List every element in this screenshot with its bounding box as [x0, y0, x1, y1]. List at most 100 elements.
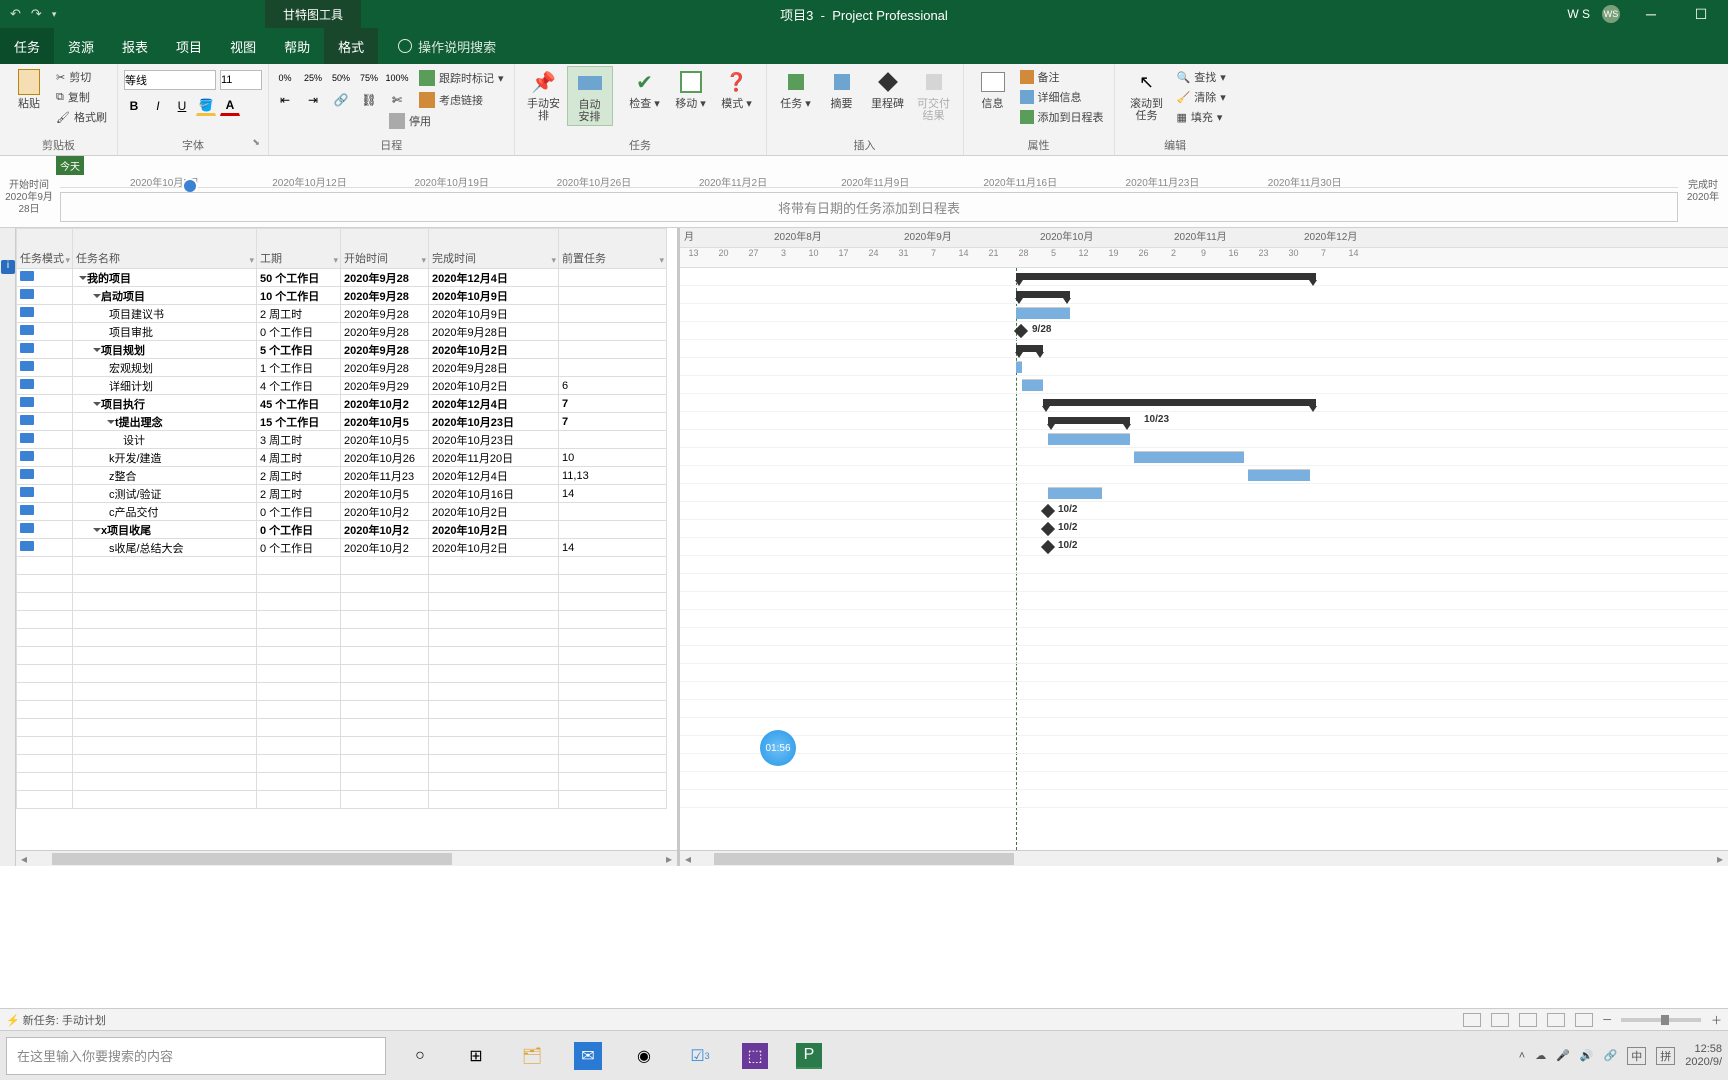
notes-button[interactable]: 备注 [1016, 68, 1108, 86]
inspect-button[interactable]: ✔检查 ▾ [622, 66, 668, 112]
task-bar[interactable] [1022, 379, 1043, 391]
table-row[interactable]: 项目规划5 个工作日2020年9月282020年10月2日 [17, 341, 667, 359]
split-button[interactable]: ✄ [387, 90, 407, 110]
tab-resource[interactable]: 资源 [54, 28, 108, 64]
pct25-button[interactable]: 25% [303, 68, 323, 88]
table-row[interactable] [17, 557, 667, 575]
tab-help[interactable]: 帮助 [270, 28, 324, 64]
milestone-diamond[interactable] [1041, 540, 1055, 554]
view-net-button[interactable] [1519, 1013, 1537, 1027]
table-row[interactable] [17, 575, 667, 593]
col-mode[interactable]: 任务模式▾ [17, 229, 73, 269]
tray-cloud-icon[interactable]: ☁ [1535, 1049, 1546, 1062]
table-row[interactable]: c产品交付0 个工作日2020年10月22020年10月2日 [17, 503, 667, 521]
details-button[interactable]: 详细信息 [1016, 88, 1108, 106]
copy-button[interactable]: ⧉复制 [52, 88, 111, 106]
mail-icon[interactable]: ✉ [574, 1042, 602, 1070]
table-row[interactable]: z整合2 周工时2020年11月232020年12月4日11,13 [17, 467, 667, 485]
zoom-minus[interactable]: ─ [1603, 1014, 1611, 1026]
table-row[interactable]: 项目审批0 个工作日2020年9月282020年9月28日 [17, 323, 667, 341]
user-label[interactable]: W S [1567, 7, 1590, 21]
expand-icon[interactable] [93, 348, 101, 352]
table-row[interactable] [17, 611, 667, 629]
expand-icon[interactable] [93, 528, 101, 532]
gantt-chart[interactable]: 月2020年8月2020年9月2020年10月2020年11月2020年12月 … [680, 228, 1728, 866]
table-row[interactable]: 我的项目50 个工作日2020年9月282020年12月4日 [17, 269, 667, 287]
table-row[interactable]: 项目建议书2 周工时2020年9月282020年10月9日 [17, 305, 667, 323]
col-duration[interactable]: 工期▾ [257, 229, 341, 269]
table-row[interactable]: t提出理念15 个工作日2020年10月52020年10月23日7 [17, 413, 667, 431]
task-bar[interactable] [1048, 487, 1102, 499]
painter-button[interactable]: 🖌格式刷 [52, 108, 111, 126]
task-bar[interactable] [1134, 451, 1244, 463]
addtimeline-button[interactable]: 添加到日程表 [1016, 108, 1108, 126]
expand-icon[interactable] [93, 402, 101, 406]
outdent-button[interactable]: ⇤ [275, 90, 295, 110]
fillcolor-button[interactable]: 🪣 [196, 96, 216, 116]
qat-dropdown-icon[interactable]: ▾ [52, 9, 57, 20]
todo-icon[interactable]: ☑3 [686, 1042, 714, 1070]
grid-hscroll[interactable]: ◂▸ [16, 850, 677, 866]
col-pred[interactable]: 前置任务▾ [559, 229, 667, 269]
track-button[interactable]: 跟踪时标记 ▾ [415, 69, 508, 87]
table-row[interactable] [17, 737, 667, 755]
table-row[interactable]: k开发/建造4 周工时2020年10月262020年11月20日10 [17, 449, 667, 467]
user-avatar[interactable]: WS [1602, 5, 1620, 23]
view-res-button[interactable] [1547, 1013, 1565, 1027]
cut-button[interactable]: ✂剪切 [52, 68, 111, 86]
summary-bar[interactable] [1016, 273, 1316, 280]
table-row[interactable]: 宏观规划1 个工作日2020年9月282020年9月28日 [17, 359, 667, 377]
zoom-plus[interactable]: ＋ [1711, 1012, 1722, 1028]
view-cal-button[interactable] [1491, 1013, 1509, 1027]
table-row[interactable] [17, 629, 667, 647]
table-row[interactable] [17, 683, 667, 701]
maximize-button[interactable]: ☐ [1682, 6, 1720, 23]
task-bar[interactable] [1016, 361, 1022, 373]
cortana-icon[interactable]: ○ [406, 1042, 434, 1070]
undo-icon[interactable]: ↶ [10, 6, 21, 22]
expand-icon[interactable] [79, 276, 87, 280]
expand-icon[interactable] [93, 294, 101, 298]
unlink-button[interactable]: ⛓ [359, 90, 379, 110]
indent-button[interactable]: ⇥ [303, 90, 323, 110]
table-row[interactable] [17, 665, 667, 683]
respectlinks-button[interactable]: 考虑链接 [415, 91, 487, 109]
view-gantt-button[interactable] [1463, 1013, 1481, 1027]
fontcolor-button[interactable]: A [220, 96, 240, 116]
taskview-icon[interactable]: ⊞ [462, 1042, 490, 1070]
insert-task-button[interactable]: 任务 ▾ [773, 66, 819, 112]
tray-vol-icon[interactable]: 🔊 [1580, 1049, 1594, 1062]
scrollto-button[interactable]: ↖滚动到任务 [1121, 66, 1173, 124]
redo-icon[interactable]: ↷ [31, 6, 42, 22]
auto-schedule-button[interactable]: 自动安排 [567, 66, 613, 126]
milestone-button[interactable]: 里程碑 [865, 66, 911, 112]
mode-button[interactable]: ❓模式 ▾ [714, 66, 760, 112]
vscode-icon[interactable]: ⬚ [742, 1043, 768, 1069]
milestone-diamond[interactable] [1041, 504, 1055, 518]
table-row[interactable]: 启动项目10 个工作日2020年9月282020年10月9日 [17, 287, 667, 305]
chrome-icon[interactable]: ◉ [630, 1042, 658, 1070]
summary-bar[interactable] [1048, 417, 1130, 424]
table-row[interactable]: x项目收尾0 个工作日2020年10月22020年10月2日 [17, 521, 667, 539]
pct0-button[interactable]: 0% [275, 68, 295, 88]
zoom-slider[interactable] [1621, 1018, 1701, 1022]
task-bar[interactable] [1016, 307, 1070, 319]
tray-mic-icon[interactable]: 🎤 [1556, 1049, 1570, 1062]
table-row[interactable] [17, 791, 667, 809]
info-button[interactable]: 信息 [970, 66, 1016, 112]
table-row[interactable]: 详细计划4 个工作日2020年9月292020年10月2日6 [17, 377, 667, 395]
underline-button[interactable]: U [172, 96, 192, 116]
explorer-icon[interactable]: 🗂 [518, 1042, 546, 1070]
windows-search[interactable]: 在这里输入你要搜索的内容 [6, 1037, 386, 1075]
summary-bar[interactable] [1016, 345, 1043, 352]
gantt-hscroll[interactable]: ◂▸ [680, 850, 1728, 866]
manual-schedule-button[interactable]: 📌 手动安排 [521, 66, 567, 124]
project-icon[interactable]: P [796, 1043, 822, 1069]
expand-icon[interactable] [107, 420, 115, 424]
task-bar[interactable] [1048, 433, 1130, 445]
tab-project[interactable]: 项目 [162, 28, 216, 64]
task-grid[interactable]: i 任务模式▾ 任务名称▾ 工期▾ 开始时间▾ 完成时间▾ 前置任务▾ 我的项目… [0, 228, 680, 866]
table-row[interactable]: 设计3 周工时2020年10月52020年10月23日 [17, 431, 667, 449]
summary-bar[interactable] [1043, 399, 1316, 406]
col-name[interactable]: 任务名称▾ [73, 229, 257, 269]
